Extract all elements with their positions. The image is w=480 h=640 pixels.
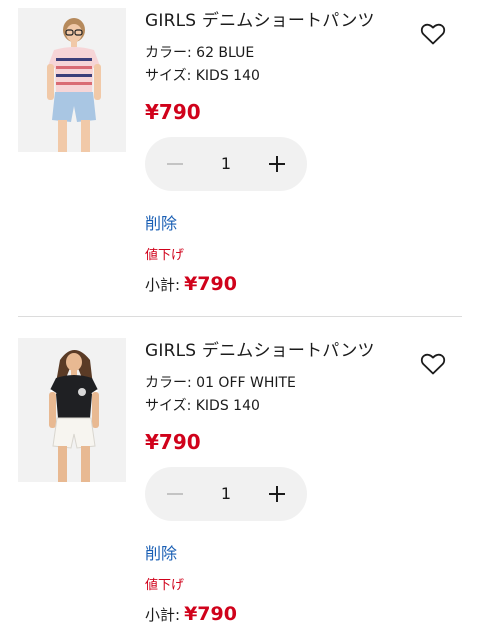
plus-icon	[269, 156, 285, 172]
quantity-stepper: 1	[145, 467, 307, 521]
subtotal-label: 小計:	[145, 276, 181, 294]
product-size: サイズ: KIDS 140	[145, 398, 260, 414]
cart-item: GIRLS デニムショートパンツ カラー: 01 OFF WHITE サイズ: …	[0, 330, 480, 640]
product-name[interactable]: GIRLS デニムショートパンツ	[145, 10, 375, 32]
product-price: ¥790	[145, 430, 201, 454]
decrease-quantity-button[interactable]	[163, 152, 187, 176]
product-image[interactable]	[18, 338, 126, 482]
product-color: カラー: 62 BLUE	[145, 45, 255, 61]
product-photo-girl-black-top	[18, 338, 126, 482]
markdown-badge: 値下げ	[145, 248, 185, 263]
quantity-value: 1	[220, 484, 232, 503]
product-color: カラー: 01 OFF WHITE	[145, 375, 296, 391]
product-price: ¥790	[145, 100, 201, 124]
product-image[interactable]	[18, 8, 126, 152]
remove-link[interactable]: 削除	[145, 543, 177, 565]
subtotal-label: 小計:	[145, 606, 181, 624]
heart-outline-icon	[420, 23, 446, 45]
subtotal-value: ¥790	[184, 603, 237, 625]
favorite-button[interactable]	[420, 352, 446, 376]
item-divider	[18, 316, 462, 317]
minus-icon	[167, 493, 183, 495]
heart-outline-icon	[420, 353, 446, 375]
markdown-badge: 値下げ	[145, 578, 185, 593]
plus-icon	[269, 486, 285, 502]
increase-quantity-button[interactable]	[265, 152, 289, 176]
minus-icon	[167, 163, 183, 165]
cart-item: GIRLS デニムショートパンツ カラー: 62 BLUE サイズ: KIDS …	[0, 0, 480, 317]
quantity-value: 1	[220, 154, 232, 173]
quantity-stepper: 1	[145, 137, 307, 191]
product-photo-girl-striped-top	[18, 8, 126, 152]
product-name[interactable]: GIRLS デニムショートパンツ	[145, 340, 375, 362]
subtotal: 小計: ¥790	[145, 603, 237, 626]
decrease-quantity-button[interactable]	[163, 482, 187, 506]
favorite-button[interactable]	[420, 22, 446, 46]
subtotal-value: ¥790	[184, 273, 237, 295]
increase-quantity-button[interactable]	[265, 482, 289, 506]
product-size: サイズ: KIDS 140	[145, 68, 260, 84]
remove-link[interactable]: 削除	[145, 213, 177, 235]
subtotal: 小計: ¥790	[145, 273, 237, 296]
